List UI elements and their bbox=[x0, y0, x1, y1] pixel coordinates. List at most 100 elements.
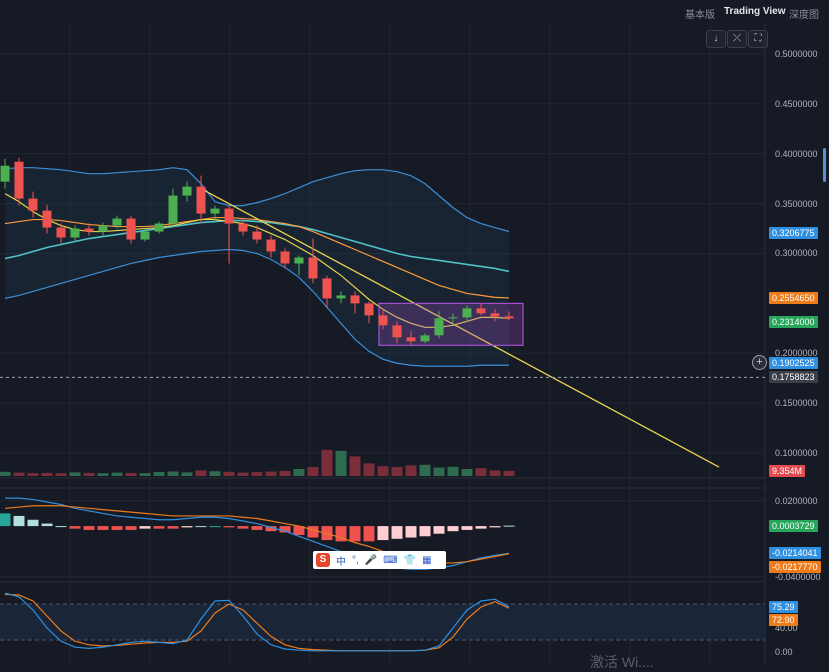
candle-body bbox=[0, 165, 10, 182]
price-tag: 0.1902525 bbox=[769, 357, 818, 369]
macd-tag: 0.0003729 bbox=[769, 519, 818, 532]
macd-histogram-bar bbox=[13, 515, 25, 527]
candle-body bbox=[84, 228, 94, 232]
price-tag: 0.3206775 bbox=[769, 226, 818, 239]
candle-body bbox=[112, 218, 122, 226]
volume-bar bbox=[167, 471, 179, 476]
ime-skin-icon[interactable]: 👕 bbox=[404, 555, 416, 566]
volume-bar bbox=[419, 464, 431, 476]
price-tag: 0.1758823 bbox=[769, 371, 818, 384]
candle-body bbox=[98, 225, 108, 232]
candle-body bbox=[182, 186, 192, 196]
macd-histogram-bar bbox=[139, 526, 151, 529]
candle-body bbox=[308, 257, 318, 279]
macd-histogram-bar bbox=[237, 526, 249, 529]
volume-bar bbox=[475, 468, 487, 476]
macd-histogram-bar bbox=[97, 526, 109, 530]
volume-bar bbox=[69, 472, 81, 476]
price-axis-label: 0.5000000 bbox=[775, 48, 818, 59]
macd-histogram-bar bbox=[489, 526, 501, 528]
macd-axis-label: -0.0400000 bbox=[775, 571, 821, 582]
candle-body bbox=[294, 257, 304, 264]
macd-histogram-bar bbox=[209, 526, 221, 528]
volume-bar bbox=[237, 472, 249, 476]
candle-body bbox=[420, 335, 430, 342]
volume-bar bbox=[111, 472, 123, 476]
candle-body bbox=[364, 303, 374, 316]
volume-bar bbox=[391, 467, 403, 476]
volume-bar bbox=[405, 465, 417, 476]
macd-histogram-bar bbox=[41, 523, 53, 527]
volume-bar bbox=[13, 472, 25, 476]
macd-histogram-bar bbox=[69, 526, 81, 529]
macd-histogram-bar bbox=[405, 526, 417, 538]
macd-histogram-bar bbox=[433, 526, 445, 534]
macd-histogram-bar bbox=[349, 526, 361, 542]
candle-body bbox=[336, 295, 346, 299]
volume-bar bbox=[489, 470, 501, 476]
candle-body bbox=[378, 315, 388, 326]
ime-punct-icon[interactable]: °, bbox=[352, 555, 359, 566]
volume-bar bbox=[125, 472, 137, 476]
windows-activation-watermark: 激活 Wi.... bbox=[590, 654, 654, 670]
volume-bar bbox=[27, 473, 39, 476]
candle-body bbox=[252, 231, 262, 240]
volume-bar bbox=[195, 470, 207, 476]
macd-histogram-bar bbox=[125, 526, 137, 530]
volume-bar bbox=[139, 473, 151, 476]
volume-bar bbox=[0, 471, 11, 476]
volume-tag: 9.354M bbox=[769, 465, 806, 477]
volume-bar bbox=[223, 471, 235, 476]
ime-keyboard-icon[interactable]: ⌨ bbox=[383, 555, 397, 566]
candle-body bbox=[140, 231, 150, 240]
add-alert-icon[interactable]: + bbox=[752, 355, 767, 370]
macd-histogram-bar bbox=[461, 526, 473, 530]
price-axis-label: 0.3500000 bbox=[775, 198, 818, 209]
kdj-tag: 75.29 bbox=[769, 600, 798, 613]
candle-body bbox=[280, 251, 290, 264]
sogou-logo-icon[interactable]: S bbox=[316, 553, 330, 567]
kdj-axis-label: 0.00 bbox=[775, 647, 793, 657]
candle-body bbox=[238, 223, 248, 232]
macd-histogram-bar bbox=[83, 526, 95, 530]
candle-body bbox=[14, 161, 24, 199]
volume-bar bbox=[251, 472, 263, 476]
price-tag: 0.2314000 bbox=[769, 315, 818, 328]
candle-body bbox=[462, 308, 472, 318]
candle-body bbox=[350, 295, 360, 304]
macd-histogram-bar bbox=[153, 526, 165, 529]
macd-histogram-bar bbox=[55, 526, 67, 528]
macd-histogram-bar bbox=[27, 519, 39, 527]
macd-histogram-bar bbox=[0, 513, 11, 527]
price-axis-label: 0.4000000 bbox=[775, 148, 818, 159]
ime-grid-icon[interactable]: ▦ bbox=[422, 555, 431, 566]
candle-body bbox=[476, 308, 486, 314]
candle-body bbox=[70, 228, 80, 238]
volume-bar bbox=[153, 472, 165, 476]
candle-body bbox=[406, 337, 416, 342]
volume-bar bbox=[83, 472, 95, 476]
volume-bar bbox=[307, 467, 319, 476]
candle-body bbox=[168, 195, 178, 224]
price-axis-label: 0.3000000 bbox=[775, 248, 818, 259]
candle-body bbox=[448, 317, 458, 319]
ime-mic-icon[interactable]: 🎤 bbox=[365, 555, 377, 566]
candle-body bbox=[266, 239, 276, 252]
candle-body bbox=[196, 186, 206, 214]
macd-histogram-bar bbox=[419, 526, 431, 537]
volume-bar bbox=[349, 456, 361, 476]
volume-bar bbox=[209, 471, 221, 476]
volume-bar bbox=[447, 466, 459, 476]
volume-bar bbox=[433, 467, 445, 476]
volume-bar bbox=[97, 473, 109, 476]
macd-histogram-bar bbox=[251, 526, 263, 530]
scale-handle[interactable] bbox=[823, 148, 826, 182]
macd-histogram-bar bbox=[223, 526, 235, 528]
ime-toolbar[interactable]: S 中 °, 🎤 ⌨ 👕 ▦ bbox=[313, 551, 446, 569]
candle-body bbox=[490, 313, 500, 317]
volume-bar bbox=[41, 472, 53, 476]
volume-bar bbox=[335, 450, 347, 476]
candle-body bbox=[28, 198, 38, 211]
ime-chinese[interactable]: 中 bbox=[336, 553, 346, 568]
volume-bar bbox=[293, 469, 305, 476]
